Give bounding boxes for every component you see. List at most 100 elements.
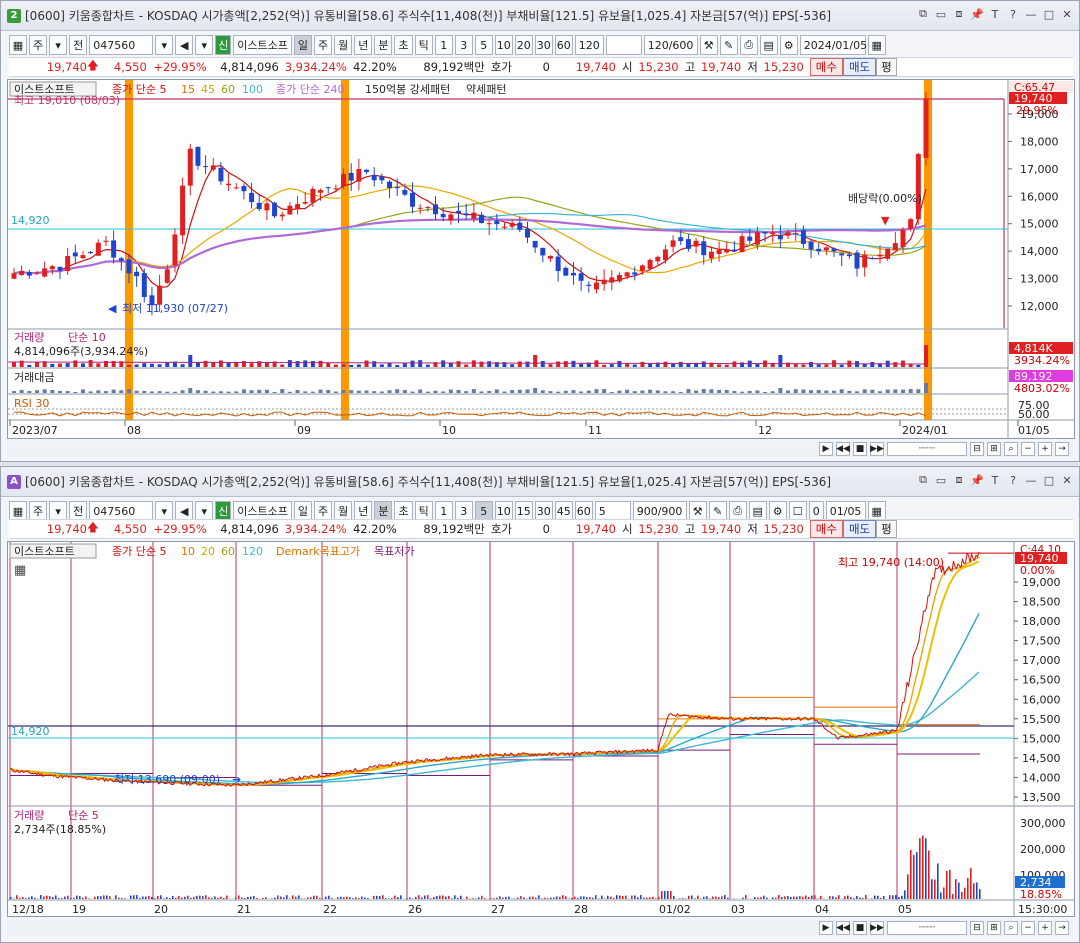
stock-name[interactable]: 이스트소프 [233, 35, 292, 55]
close-icon[interactable]: ✕ [1061, 8, 1073, 21]
count-input[interactable]: 120/600 [643, 35, 698, 55]
period-minute[interactable]: 분 [374, 35, 393, 55]
zoom-out-icon[interactable]: ⊟ [970, 442, 984, 456]
period-year[interactable]: 년 [354, 35, 373, 55]
chevron-down-icon[interactable]: ▾ [49, 501, 68, 521]
close-icon[interactable]: ✕ [1061, 474, 1073, 487]
zoom-slider[interactable]: ┈┈┈ [887, 921, 967, 935]
print-icon[interactable]: ⎙ [739, 35, 758, 55]
period-day[interactable]: 일 [293, 35, 312, 55]
minute-chart[interactable]: 이스트소프트 종가 단순 5 10 20 60 120 Demark목표고가 목… [8, 542, 1074, 916]
search-icon[interactable]: ⌕ [1004, 921, 1018, 935]
minimize-icon[interactable]: — [1025, 474, 1037, 487]
date-input[interactable]: 2024/01/05 [799, 35, 867, 55]
eval-button[interactable]: 평 [876, 520, 897, 538]
maximize-icon[interactable]: □ [1043, 474, 1055, 487]
window-title-bar[interactable]: A [0600] 키움종합차트 - KOSDAQ 시가총액[2,252(억)] … [1, 467, 1079, 497]
period-month[interactable]: 월 [334, 501, 353, 521]
sell-button[interactable]: 매도 [842, 520, 877, 538]
period-button[interactable]: 주 [29, 35, 48, 55]
prev-button[interactable]: 전 [69, 501, 88, 521]
interval-30[interactable]: 30 [534, 501, 553, 521]
interval-10[interactable]: 10 [494, 501, 513, 521]
settings-icon[interactable]: ⚙ [768, 501, 787, 521]
calendar-icon[interactable]: ▦ [867, 35, 886, 55]
stock-code-input[interactable]: 047560 [89, 35, 154, 55]
arrow-right-icon[interactable]: → [1055, 442, 1069, 456]
period-week[interactable]: 주 [313, 35, 333, 55]
chevron-down-icon[interactable]: ▾ [49, 35, 68, 55]
scroll-right-icon[interactable]: ▶ [819, 921, 833, 935]
zoom-reset-icon[interactable]: ⊞ [987, 921, 1001, 935]
interval-5[interactable]: 5 [474, 35, 493, 55]
sell-button[interactable]: 매도 [842, 58, 877, 76]
first-icon[interactable]: ◀◀ [836, 442, 850, 456]
zoom-reset-icon[interactable]: ⊞ [987, 442, 1001, 456]
text-icon[interactable]: T [989, 474, 1001, 487]
sound-icon[interactable]: ◀ [175, 35, 194, 55]
buy-button[interactable]: 매수 [809, 520, 843, 538]
eval-button[interactable]: 평 [876, 58, 897, 76]
stop-icon[interactable]: ■ [853, 921, 867, 935]
interval-10[interactable]: 10 [494, 35, 513, 55]
interval-60[interactable]: 60 [554, 35, 573, 55]
period-tick[interactable]: 틱 [414, 501, 433, 521]
pin-icon[interactable]: 📌 [970, 8, 984, 21]
restore-icon[interactable]: ⧉ [917, 473, 929, 486]
interval-5[interactable]: 5 [474, 501, 493, 521]
period-second[interactable]: 초 [394, 35, 413, 55]
period-minute[interactable]: 분 [374, 501, 393, 521]
chevron-down-icon[interactable]: ▾ [195, 501, 214, 521]
grid-icon[interactable]: ▦ [9, 501, 27, 521]
settings-icon[interactable]: ⚙ [779, 35, 798, 55]
pin-icon[interactable]: 📌 [970, 474, 984, 487]
daily-chart[interactable]: 이스트소프트 종가 단순 5 15 45 60 100 종가 단순 240 15… [7, 80, 1074, 438]
tile-icon[interactable]: ⧈ [953, 7, 965, 20]
count-input[interactable]: 900/900 [632, 501, 687, 521]
draw-icon[interactable]: ✎ [708, 501, 727, 521]
first-icon[interactable]: ◀◀ [836, 921, 850, 935]
period-tick[interactable]: 틱 [414, 35, 433, 55]
save-icon[interactable]: ▤ [748, 501, 767, 521]
plus-icon[interactable]: + [1038, 442, 1052, 456]
minimize-icon[interactable]: — [1025, 8, 1037, 21]
new-button[interactable]: 신 [215, 35, 232, 55]
search-icon[interactable]: ▾ [155, 35, 174, 55]
period-button[interactable]: 주 [29, 501, 48, 521]
draw-icon[interactable]: ✎ [719, 35, 738, 55]
daily-chart-area[interactable]: 이스트소프트 종가 단순 5 15 45 60 100 종가 단순 240 15… [7, 79, 1075, 439]
chevron-down-icon[interactable]: ▾ [195, 35, 214, 55]
interval-60[interactable]: 60 [574, 501, 593, 521]
minus-icon[interactable]: − [1021, 442, 1035, 456]
zoom-slider[interactable]: ┈┈┈ [887, 442, 967, 456]
interval-45[interactable]: 45 [554, 501, 573, 521]
tools-icon[interactable]: ⚒ [699, 35, 718, 55]
save-icon[interactable]: ▤ [759, 35, 778, 55]
interval-15[interactable]: 15 [514, 501, 533, 521]
interval-input[interactable] [605, 35, 642, 55]
minimize-tray-icon[interactable]: ▭ [935, 474, 947, 487]
grid-icon[interactable]: ▦ [9, 35, 27, 55]
interval-20[interactable]: 20 [514, 35, 533, 55]
table-icon[interactable]: ▦ [14, 563, 26, 578]
stock-code-input[interactable]: 047560 [89, 501, 154, 521]
sound-icon[interactable]: ◀ [175, 501, 194, 521]
tile-icon[interactable]: ⧈ [953, 473, 965, 486]
print-icon[interactable]: ⎙ [728, 501, 747, 521]
period-day[interactable]: 일 [293, 501, 312, 521]
help-icon[interactable]: ? [1007, 474, 1019, 487]
zoom-out-icon[interactable]: ⊟ [970, 921, 984, 935]
prev-button[interactable]: 전 [69, 35, 88, 55]
checkbox[interactable]: ☐ [788, 501, 807, 521]
last-icon[interactable]: ▶▶ [870, 442, 884, 456]
interval-input[interactable]: 5 [594, 501, 631, 521]
date-input[interactable]: 01/05 [825, 501, 866, 521]
minute-chart-area[interactable]: 이스트소프트 종가 단순 5 10 20 60 120 Demark목표고가 목… [7, 541, 1075, 917]
search-icon[interactable]: ▾ [155, 501, 174, 521]
arrow-right-icon[interactable]: → [1055, 921, 1069, 935]
interval-3[interactable]: 3 [454, 35, 473, 55]
help-icon[interactable]: ? [1007, 8, 1019, 21]
stop-icon[interactable]: ■ [853, 442, 867, 456]
maximize-icon[interactable]: □ [1043, 8, 1055, 21]
text-icon[interactable]: T [989, 8, 1001, 21]
